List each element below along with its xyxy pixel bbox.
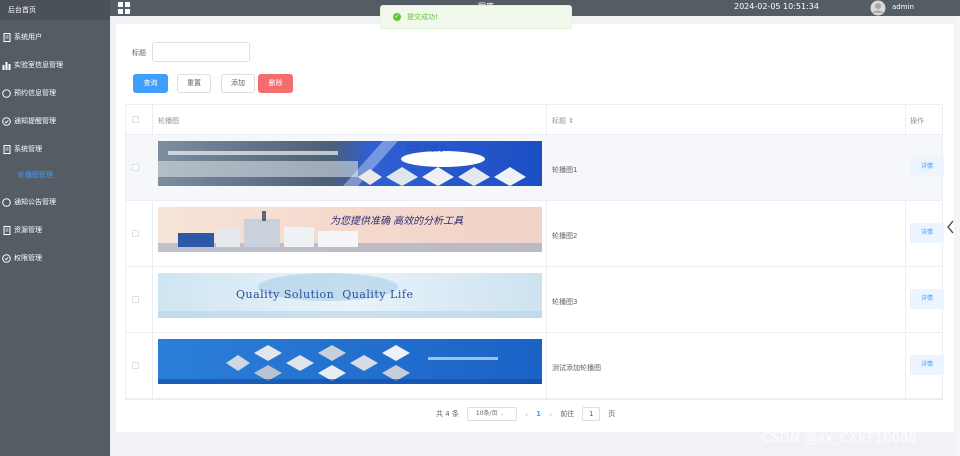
table-row: 为您提供准确 高效的分析工具 轮播图2 详情 [126, 201, 944, 267]
document-icon [2, 225, 11, 235]
datetime-display: 2024-02-05 10:51:34 [734, 2, 819, 11]
sidebar-item-system-users[interactable]: 系统用户 [0, 29, 110, 45]
chat-icon [2, 197, 11, 207]
bar-chart-icon [2, 61, 11, 70]
username[interactable]: admin [892, 3, 914, 11]
delete-button[interactable]: 删除 [258, 74, 293, 93]
carousel-image: 实验室展示 [158, 141, 542, 186]
reset-button[interactable]: 重置 [177, 74, 211, 93]
table-row: 测试添加轮播图 详情 [126, 333, 944, 399]
sidebar-item-system-manage[interactable]: 系统管理 [0, 141, 110, 157]
main-panel: 标题 查询 重置 添加 删除 轮播图 标题 ⇕ 操作 实验室展示 轮播图1 详情… [116, 24, 954, 432]
query-button[interactable]: 查询 [133, 74, 168, 93]
row-checkbox[interactable] [132, 230, 139, 237]
sidebar-item-resources[interactable]: 资源管理 [0, 222, 110, 238]
banner-caption: Quality Solution Quality Life [236, 288, 414, 301]
sidebar-item-label: 资源管理 [14, 226, 42, 234]
row-title: 轮播图2 [552, 232, 578, 240]
row-checkbox[interactable] [132, 362, 139, 369]
detail-button[interactable]: 详情 [910, 355, 944, 375]
search-label: 标题 [132, 49, 146, 57]
sidebar-item-label: 实验室信息管理 [14, 61, 63, 69]
check-circle-icon [2, 253, 11, 263]
column-header-action: 操作 [910, 117, 924, 125]
sidebar-item-label: 通知公告管理 [14, 198, 56, 206]
page-number-current[interactable]: 1 [536, 410, 541, 418]
page-size-value: 10条/页 [475, 410, 498, 417]
document-icon [2, 144, 11, 154]
sidebar-item-permissions[interactable]: 权限管理 [0, 250, 110, 266]
grid-menu-icon[interactable] [118, 2, 130, 14]
total-count: 共 4 条 [436, 410, 459, 418]
sidebar-subitem-carousel[interactable]: 轮播图管理 [18, 170, 53, 180]
watermark: CSDN @vx_CXKF10088 [762, 431, 918, 446]
row-checkbox[interactable] [132, 164, 139, 171]
banner-caption: 实验室展示 [406, 144, 446, 153]
table-row: Quality Solution Quality Life 轮播图3 详情 [126, 267, 944, 333]
select-all-checkbox[interactable] [132, 116, 139, 123]
sidebar-item-booking[interactable]: 预约信息管理 [0, 85, 110, 101]
sidebar: 后台首页 系统用户 实验室信息管理 预约信息管理 通知提醒管理 系统管理 轮播图… [0, 0, 110, 456]
sidebar-item-label: 预约信息管理 [14, 89, 56, 97]
sidebar-item-notice-remind[interactable]: 通知提醒管理 [0, 113, 110, 129]
goto-page-input[interactable]: 1 [582, 407, 601, 421]
sidebar-home-link[interactable]: 后台首页 [0, 0, 110, 20]
check-circle-icon [2, 116, 11, 126]
toast-message: 提交成功! [407, 13, 438, 21]
row-title: 轮播图1 [552, 166, 578, 174]
prev-page-icon[interactable]: ‹ [525, 410, 528, 419]
sidebar-item-announcement[interactable]: 通知公告管理 [0, 194, 110, 210]
sidebar-item-lab-info[interactable]: 实验室信息管理 [0, 57, 110, 73]
next-page-icon[interactable]: › [549, 410, 552, 419]
row-checkbox[interactable] [132, 296, 139, 303]
sidebar-item-label: 通知提醒管理 [14, 117, 56, 125]
carousel-image: 为您提供准确 高效的分析工具 [158, 207, 542, 252]
success-check-icon: ✓ [393, 13, 401, 21]
row-title: 测试添加轮播图 [552, 364, 601, 372]
page-unit-label: 页 [608, 410, 616, 418]
row-title: 轮播图3 [552, 298, 578, 306]
detail-button[interactable]: 详情 [910, 223, 944, 243]
sidebar-item-label: 系统用户 [14, 33, 42, 41]
avatar[interactable] [868, 0, 888, 16]
table-row: 实验室展示 轮播图1 详情 [126, 135, 944, 201]
banner-caption: 为您提供准确 高效的分析工具 [330, 216, 464, 227]
add-button[interactable]: 添加 [221, 74, 255, 93]
carousel-image: Quality Solution Quality Life [158, 273, 542, 318]
pagination: 共 4 条 10条/页 ⌄ ‹ 1 › 前往 1 页 [436, 406, 615, 422]
chevron-left-icon[interactable] [944, 218, 956, 236]
sidebar-item-label: 权限管理 [14, 254, 42, 262]
column-header-title[interactable]: 标题 ⇕ [552, 116, 574, 126]
success-toast: ✓ 提交成功! [380, 5, 572, 29]
carousel-table: 轮播图 标题 ⇕ 操作 实验室展示 轮播图1 详情 为您提供准确 高效的分析工具… [125, 104, 944, 400]
table-header: 轮播图 标题 ⇕ 操作 [126, 105, 942, 135]
chevron-down-icon: ⌄ [499, 410, 505, 417]
column-header-image: 轮播图 [158, 117, 179, 125]
goto-label: 前往 [560, 410, 575, 418]
carousel-image [158, 339, 542, 384]
detail-button[interactable]: 详情 [910, 289, 944, 309]
title-search-input[interactable] [152, 42, 250, 62]
page-size-select[interactable]: 10条/页 ⌄ [466, 407, 517, 421]
sidebar-item-label: 系统管理 [14, 145, 42, 153]
document-icon [2, 32, 11, 42]
chat-icon [2, 88, 11, 98]
detail-button[interactable]: 详情 [910, 157, 944, 177]
